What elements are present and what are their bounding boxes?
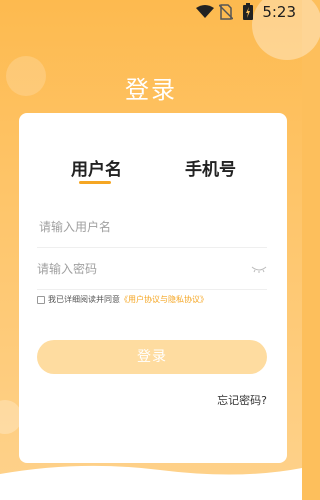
eye-closed-icon[interactable] [251, 265, 267, 273]
active-tab-indicator [79, 181, 111, 184]
username-field [37, 205, 267, 248]
agreement-checkbox[interactable] [37, 296, 45, 304]
wifi-icon [196, 5, 214, 18]
agreement-link[interactable]: 《用户协议与隐私协议》 [120, 295, 208, 304]
tab-username[interactable]: 用户名 [71, 155, 122, 180]
no-sim-icon [219, 4, 233, 20]
status-bar: 5:23 [0, 0, 302, 24]
page-title: 登录 [125, 76, 177, 104]
bottom-wave [0, 465, 302, 500]
login-button[interactable]: 登录 [37, 340, 267, 374]
forgot-password-link[interactable]: 忘记密码? [217, 392, 267, 408]
agreement-text: 我已详细阅读并同意《用户协议与隐私协议》 [48, 294, 208, 305]
tab-phone[interactable]: 手机号 [185, 155, 236, 180]
status-time: 5:23 [262, 3, 296, 21]
username-input[interactable] [37, 217, 239, 237]
password-input[interactable] [37, 259, 237, 279]
login-card: 用户名 手机号 我已详细阅读并同意《用户协议与隐私协议》 登录 忘记密码? [19, 113, 287, 463]
password-field [37, 247, 267, 290]
agreement-prefix: 我已详细阅读并同意 [48, 295, 120, 304]
battery-charging-icon [243, 3, 253, 20]
